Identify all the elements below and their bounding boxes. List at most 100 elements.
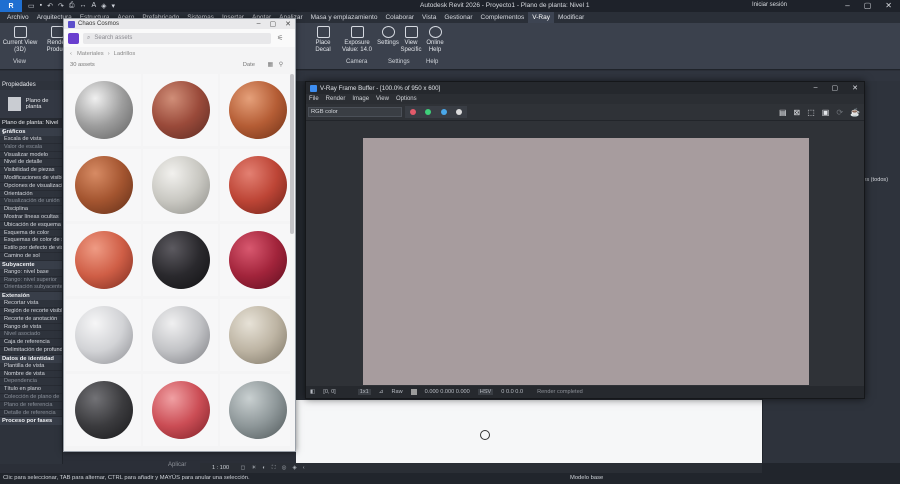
- material-tile[interactable]: [220, 224, 290, 296]
- property-row[interactable]: Esquemas de color de sistema: [0, 237, 62, 246]
- render-teapot-icon[interactable]: ☕: [850, 108, 860, 117]
- property-row[interactable]: Visibilidad de piezas: [0, 167, 62, 175]
- apply-button[interactable]: Aplicar: [168, 462, 186, 468]
- view-scale[interactable]: 1 : 100: [212, 465, 229, 471]
- property-row[interactable]: Rango de vista: [0, 324, 62, 332]
- print-icon[interactable]: ⎙: [69, 2, 75, 10]
- property-category[interactable]: Proceso por fases: [0, 417, 62, 426]
- property-category[interactable]: Extensión: [0, 292, 62, 301]
- maximize-icon[interactable]: ▢: [270, 20, 277, 28]
- close-icon[interactable]: ✕: [285, 20, 291, 28]
- property-row[interactable]: Orientación: [0, 191, 62, 199]
- sign-in-link[interactable]: Iniciar sesión: [752, 2, 787, 8]
- minimize-icon[interactable]: –: [814, 84, 818, 92]
- maximize-icon[interactable]: ▢: [832, 84, 839, 92]
- property-row[interactable]: Ubicación de esquema: [0, 222, 62, 230]
- save-image-icon[interactable]: ▤: [779, 108, 787, 117]
- stop-render-icon[interactable]: ⟳: [836, 108, 843, 117]
- material-tile[interactable]: [220, 299, 290, 371]
- view-control-icons[interactable]: ◻☀◐⛶◎◈‹: [241, 465, 311, 471]
- text-icon[interactable]: A: [91, 2, 96, 10]
- grid-view-icon[interactable]: ▦: [268, 62, 273, 68]
- online-help-button[interactable]: Online Help: [424, 26, 446, 54]
- close-icon[interactable]: ✕: [852, 84, 858, 92]
- ribbon-tab[interactable]: Modificar: [554, 12, 588, 23]
- material-tile[interactable]: [143, 299, 218, 371]
- sort-dropdown[interactable]: Date: [243, 62, 255, 68]
- material-tile[interactable]: [66, 74, 141, 146]
- property-row[interactable]: Valor de escala: [0, 144, 62, 152]
- property-row[interactable]: Título en plano: [0, 386, 62, 394]
- minimize-icon[interactable]: –: [845, 1, 849, 10]
- settings-button[interactable]: Settings: [376, 26, 400, 47]
- property-category[interactable]: Datos de identidad: [0, 354, 62, 363]
- material-tile[interactable]: [143, 149, 218, 221]
- material-tile[interactable]: [220, 149, 290, 221]
- property-row[interactable]: Detalle de referencia: [0, 410, 62, 418]
- material-tile[interactable]: [66, 374, 141, 446]
- place-decal-button[interactable]: Place Decal: [312, 26, 334, 54]
- breadcrumb-item[interactable]: Materiales: [77, 51, 104, 57]
- redo-icon[interactable]: ↷: [58, 2, 64, 10]
- vfb-menu-item[interactable]: Render: [326, 96, 346, 102]
- property-row[interactable]: Visualización de unión: [0, 198, 62, 207]
- property-row[interactable]: Camino de sol: [0, 253, 62, 261]
- property-row[interactable]: Delimitación de profundidad: [0, 347, 62, 355]
- material-tile[interactable]: [66, 149, 141, 221]
- exposure-button[interactable]: Exposure Value: 14.0: [340, 26, 374, 54]
- property-row[interactable]: Dependencia: [0, 378, 62, 387]
- property-row[interactable]: Visualizar modelo: [0, 152, 62, 160]
- minimize-icon[interactable]: –: [257, 20, 261, 28]
- measure-icon[interactable]: ↔: [79, 2, 86, 10]
- view-specific-button[interactable]: View Specific: [400, 26, 422, 54]
- back-icon[interactable]: ‹: [70, 51, 72, 57]
- property-row[interactable]: Colección de plano de: [0, 394, 62, 402]
- ribbon-tab[interactable]: Masa y emplazamiento: [307, 12, 382, 23]
- restore-icon[interactable]: ▢: [864, 1, 872, 10]
- property-category[interactable]: Gráficos: [0, 128, 62, 136]
- material-tile[interactable]: [143, 374, 218, 446]
- vfb-menu-item[interactable]: Options: [396, 96, 417, 102]
- color-mode-select[interactable]: HSV: [477, 389, 494, 395]
- vfb-menu-item[interactable]: View: [376, 96, 389, 102]
- property-row[interactable]: Orientación subyacente: [0, 284, 62, 293]
- property-row[interactable]: Estilo por defecto de vista: [0, 245, 62, 253]
- property-row[interactable]: Disciplina: [0, 206, 62, 214]
- level-marker-icon[interactable]: [480, 430, 490, 440]
- material-tile[interactable]: [143, 74, 218, 146]
- property-row[interactable]: Región de recorte visible: [0, 308, 62, 316]
- property-row[interactable]: Mostrar líneas ocultas: [0, 214, 62, 222]
- channel-select[interactable]: RGB color: [308, 107, 402, 117]
- property-row[interactable]: Rango: nivel superior: [0, 277, 62, 285]
- picker-icon[interactable]: ⊿: [379, 389, 384, 395]
- more-icon[interactable]: ▾: [112, 2, 116, 10]
- property-row[interactable]: Escala de vista: [0, 136, 62, 144]
- property-row[interactable]: Nombre de vista: [0, 371, 62, 379]
- open-icon[interactable]: ▭: [28, 2, 35, 10]
- filter-icon[interactable]: ⚟: [277, 34, 283, 42]
- filter-icon[interactable]: ⚲: [279, 62, 283, 68]
- 3d-view-icon[interactable]: ◈: [101, 2, 106, 10]
- instance-selector[interactable]: Plano de planta: Nivel 1: [0, 118, 62, 136]
- material-tile[interactable]: [220, 74, 290, 146]
- cosmos-home-icon[interactable]: [68, 32, 79, 44]
- property-row[interactable]: Rango: nivel base: [0, 269, 62, 277]
- clear-image-icon[interactable]: ⊠: [794, 108, 801, 117]
- layers-icon[interactable]: ◧: [310, 389, 315, 395]
- blue-channel-icon[interactable]: [440, 109, 447, 115]
- property-row[interactable]: Caja de referencia: [0, 339, 62, 347]
- material-tile[interactable]: [143, 224, 218, 296]
- material-tile[interactable]: [220, 374, 290, 446]
- track-mouse-icon[interactable]: ▣: [822, 108, 830, 117]
- material-tile[interactable]: [66, 224, 141, 296]
- property-row[interactable]: Plantilla de vista: [0, 363, 62, 371]
- ribbon-tab[interactable]: Archivo: [3, 12, 33, 23]
- undo-icon[interactable]: ↶: [47, 2, 53, 10]
- plan-canvas[interactable]: [296, 400, 762, 464]
- property-row[interactable]: Recorte de anotación: [0, 316, 62, 324]
- app-menu-button[interactable]: R: [0, 0, 22, 12]
- current-view-button[interactable]: Current View (3D): [2, 26, 38, 54]
- material-tile[interactable]: [66, 299, 141, 371]
- save-icon[interactable]: ▪: [40, 2, 42, 10]
- vfb-menu-item[interactable]: File: [309, 96, 319, 102]
